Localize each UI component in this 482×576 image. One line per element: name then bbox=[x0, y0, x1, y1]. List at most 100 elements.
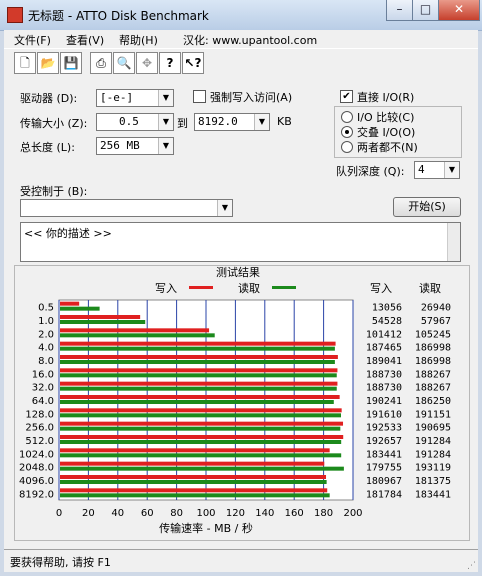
toolbar: 🗋 📂 💾 ⎙ 🔍 ✥ ? ↖? bbox=[4, 48, 478, 80]
write-value: 181784 bbox=[366, 489, 402, 500]
write-bar bbox=[60, 488, 328, 493]
description-text: << 你的描述 >> bbox=[24, 227, 112, 240]
total-length-label: 总长度 (L): bbox=[20, 141, 75, 154]
write-value: 13056 bbox=[372, 303, 402, 314]
write-value: 179755 bbox=[366, 463, 402, 474]
read-bar bbox=[60, 413, 341, 418]
write-bar bbox=[60, 301, 80, 306]
close-button[interactable]: ✕ bbox=[438, 0, 480, 21]
write-bar bbox=[60, 395, 340, 399]
menu-translation-credit[interactable]: 汉化: www.upantool.com bbox=[183, 32, 317, 48]
read-value: 57967 bbox=[421, 316, 451, 327]
write-value: 188730 bbox=[366, 383, 402, 394]
table-header-read: 读取 bbox=[419, 281, 441, 295]
help-icon[interactable]: ? bbox=[159, 52, 181, 74]
read-value: 190695 bbox=[415, 423, 451, 434]
drive-label: 驱动器 (D): bbox=[20, 92, 78, 105]
x-tick-label: 140 bbox=[255, 508, 274, 519]
transfer-from-select[interactable]: 0.5 ▼ bbox=[96, 113, 174, 131]
read-bar bbox=[60, 466, 344, 471]
description-field[interactable]: << 你的描述 >> bbox=[20, 222, 461, 262]
menu-view[interactable]: 查看(V) bbox=[66, 32, 104, 48]
neither-label: 两者都不(N) bbox=[357, 141, 418, 154]
read-value: 26940 bbox=[421, 303, 451, 314]
read-bar bbox=[60, 346, 335, 351]
read-value: 186998 bbox=[415, 343, 451, 354]
start-button[interactable]: 开始(S) bbox=[393, 197, 461, 217]
write-value: 188730 bbox=[366, 369, 402, 380]
y-tick-label: 1024.0 bbox=[19, 449, 54, 460]
read-bar bbox=[60, 360, 335, 364]
y-tick-label: 2.0 bbox=[38, 329, 54, 340]
x-tick-label: 160 bbox=[285, 508, 304, 519]
read-value: 183441 bbox=[415, 489, 451, 500]
y-tick-label: 4.0 bbox=[38, 343, 54, 354]
read-bar bbox=[60, 306, 100, 311]
y-tick-label: 64.0 bbox=[32, 396, 54, 407]
drive-value: [-e-] bbox=[100, 91, 134, 104]
write-bar bbox=[60, 381, 338, 386]
open-icon[interactable]: 📂 bbox=[37, 52, 59, 74]
force-write-checkbox[interactable] bbox=[193, 90, 206, 103]
write-bar bbox=[60, 315, 141, 319]
move-icon[interactable]: ✥ bbox=[136, 52, 158, 74]
total-length-select[interactable]: 256 MB ▼ bbox=[96, 137, 174, 155]
overlapped-io-label: 交叠 I/O(O) bbox=[357, 126, 416, 139]
read-value: 181375 bbox=[415, 476, 451, 487]
direct-io-label: 直接 I/O(R) bbox=[357, 91, 415, 104]
minimize-button[interactable]: – bbox=[386, 0, 413, 21]
write-bar bbox=[60, 355, 338, 359]
queue-depth-value: 4 bbox=[418, 163, 425, 176]
x-axis-label: 传输速率 - MB / 秒 bbox=[159, 521, 253, 535]
direct-io-checkbox[interactable]: ✔ bbox=[340, 90, 353, 103]
read-value: 186250 bbox=[415, 396, 451, 407]
read-bar bbox=[60, 440, 342, 444]
y-tick-label: 8.0 bbox=[38, 356, 54, 367]
controlled-by-select[interactable]: ▼ bbox=[20, 199, 233, 217]
chevron-down-icon: ▼ bbox=[444, 162, 459, 178]
write-value: 54528 bbox=[372, 316, 402, 327]
write-bar bbox=[60, 448, 330, 453]
controlled-by-label: 受控制于 (B): bbox=[20, 185, 88, 198]
chevron-down-icon: ▼ bbox=[158, 138, 173, 154]
write-bar bbox=[60, 435, 344, 439]
results-chart: 测试结果写入 读取 0 20 40 60 80 100 120 140 160 180 200 传输速率 … bbox=[19, 266, 451, 535]
new-icon[interactable]: 🗋 bbox=[14, 52, 36, 74]
read-bar bbox=[60, 480, 327, 484]
drive-select[interactable]: [-e-] ▼ bbox=[96, 89, 174, 107]
print-preview-icon[interactable]: 🔍 bbox=[113, 52, 135, 74]
force-write-label: 强制写入访问(A) bbox=[210, 91, 293, 104]
y-tick-label: 128.0 bbox=[25, 409, 54, 420]
resize-grip-icon[interactable]: ⋰ bbox=[467, 561, 476, 571]
context-help-icon[interactable]: ↖? bbox=[182, 52, 204, 74]
y-tick-label: 256.0 bbox=[25, 423, 54, 434]
write-bar bbox=[60, 341, 336, 346]
chevron-down-icon: ▼ bbox=[158, 90, 173, 106]
window-title: 无标题 - ATTO Disk Benchmark bbox=[28, 9, 209, 23]
write-value: 191610 bbox=[366, 409, 402, 420]
save-icon[interactable]: 💾 bbox=[60, 52, 82, 74]
x-tick-label: 60 bbox=[141, 508, 154, 519]
maximize-button[interactable]: □ bbox=[412, 0, 439, 21]
description-scrollbar[interactable] bbox=[447, 223, 460, 261]
x-tick-label: 100 bbox=[196, 508, 215, 519]
app-icon bbox=[7, 7, 23, 23]
neither-radio[interactable] bbox=[341, 141, 353, 153]
transfer-to-select[interactable]: 8192.0 ▼ bbox=[194, 113, 270, 131]
x-tick-label: 20 bbox=[82, 508, 95, 519]
queue-depth-select[interactable]: 4 ▼ bbox=[414, 161, 460, 179]
write-value: 180967 bbox=[366, 476, 402, 487]
read-bar bbox=[60, 373, 337, 378]
read-bar bbox=[60, 320, 146, 324]
menu-help[interactable]: 帮助(H) bbox=[119, 32, 158, 48]
print-icon[interactable]: ⎙ bbox=[90, 52, 112, 74]
write-value: 192533 bbox=[366, 423, 402, 434]
io-compare-radio[interactable] bbox=[341, 111, 353, 123]
read-value: 191284 bbox=[415, 436, 451, 447]
menu-file[interactable]: 文件(F) bbox=[14, 32, 51, 48]
read-value: 105245 bbox=[415, 329, 451, 340]
read-bar bbox=[60, 386, 337, 391]
write-bar bbox=[60, 408, 342, 413]
overlapped-io-radio[interactable] bbox=[341, 126, 353, 138]
write-bar bbox=[60, 421, 344, 426]
